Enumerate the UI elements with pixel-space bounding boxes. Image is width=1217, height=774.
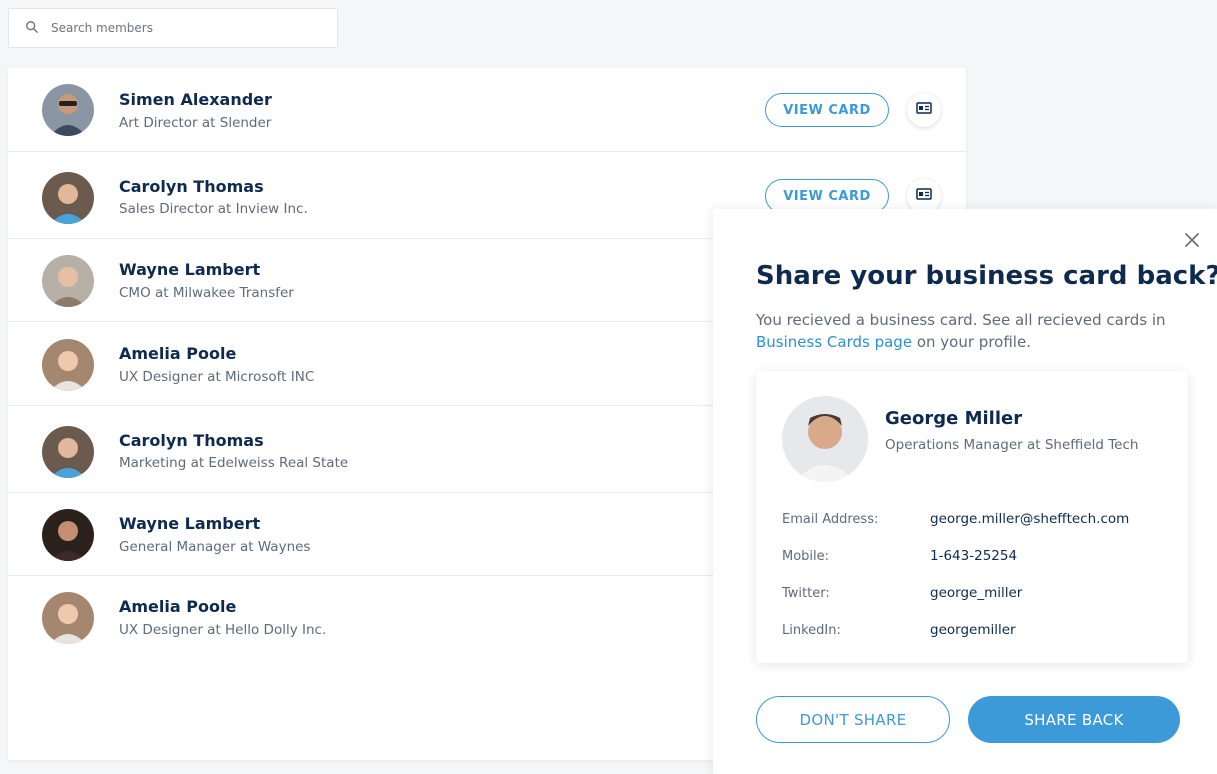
card-name: George Miller — [885, 408, 1023, 429]
member-name: Wayne Lambert — [119, 514, 261, 533]
member-name: Amelia Poole — [119, 597, 237, 616]
mobile-label: Mobile: — [782, 549, 830, 564]
avatar — [42, 592, 94, 644]
avatar — [42, 339, 94, 391]
member-name: Carolyn Thomas — [119, 431, 264, 450]
twitter-value: george_miller — [930, 585, 1023, 601]
member-title: Sales Director at Inview Inc. — [119, 201, 308, 217]
avatar — [42, 172, 94, 224]
business-card-icon — [916, 100, 932, 120]
share-back-button[interactable]: SHARE BACK — [968, 696, 1180, 743]
avatar — [42, 509, 94, 561]
member-title: Art Director at Slender — [119, 115, 272, 131]
desc-suffix: on your profile — [916, 333, 1027, 351]
search-box[interactable] — [8, 8, 338, 48]
mobile-value: 1-643-25254 — [930, 548, 1018, 564]
share-card-modal: Share your business card back? You recie… — [713, 209, 1217, 774]
business-card-icon — [916, 186, 932, 206]
email-label: Email Address: — [782, 512, 879, 527]
avatar — [42, 84, 94, 136]
linkedin-label: LinkedIn: — [782, 623, 841, 638]
member-title: Marketing at Edelweiss Real State — [119, 455, 349, 471]
card-role: Operations Manager at Sheffield Tech — [885, 437, 1139, 453]
list-item: Simen Alexander Art Director at Slender … — [8, 68, 966, 152]
view-card-button[interactable]: VIEW CARD — [765, 179, 889, 213]
business-cards-link[interactable]: Business Cards page — [756, 333, 912, 351]
desc-end: . — [1026, 333, 1031, 351]
linkedin-value: georgemiller — [930, 622, 1016, 638]
member-name: Simen Alexander — [119, 90, 272, 109]
business-card-button[interactable] — [907, 179, 941, 213]
email-value: george.miller@shefftech.com — [930, 511, 1130, 527]
member-name: Carolyn Thomas — [119, 177, 264, 196]
member-name: Wayne Lambert — [119, 260, 261, 279]
twitter-label: Twitter: — [782, 586, 830, 601]
modal-description: You recieved a business card. See all re… — [756, 309, 1176, 353]
search-input[interactable] — [49, 20, 333, 36]
avatar — [42, 426, 94, 478]
avatar — [782, 396, 868, 482]
member-title: UX Designer at Microsoft INC — [119, 369, 315, 385]
dont-share-button[interactable]: DON'T SHARE — [756, 696, 950, 743]
business-card: George Miller Operations Manager at Shef… — [756, 371, 1188, 663]
member-title: UX Designer at Hello Dolly Inc. — [119, 622, 327, 638]
member-title: CMO at Milwakee Transfer — [119, 285, 294, 301]
close-button[interactable] — [1183, 231, 1201, 249]
view-card-button[interactable]: VIEW CARD — [765, 93, 889, 127]
member-name: Amelia Poole — [119, 344, 237, 363]
search-icon — [25, 19, 39, 38]
close-icon — [1183, 233, 1201, 253]
modal-title: Share your business card back? — [756, 261, 1217, 291]
desc-prefix: You recieved a business card. See all re… — [756, 311, 1166, 329]
member-title: General Manager at Waynes — [119, 539, 311, 555]
avatar — [42, 255, 94, 307]
business-card-button[interactable] — [907, 93, 941, 127]
